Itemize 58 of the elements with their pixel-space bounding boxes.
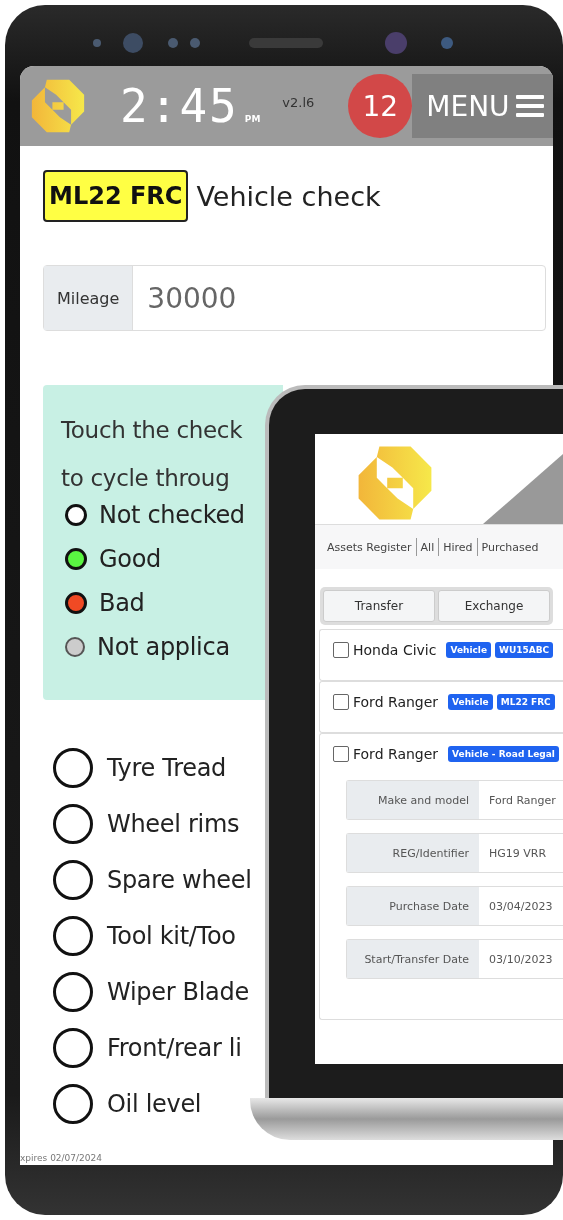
- field-label: Start/Transfer Date: [347, 940, 479, 978]
- registration-plate: ML22 FRC: [43, 170, 189, 222]
- version-label: v2.l6: [282, 94, 315, 110]
- mileage-value: 30000: [146, 280, 237, 317]
- expiry-text: xpires 02/07/2024: [20, 1153, 103, 1163]
- tag: WU15ABC: [495, 642, 554, 658]
- checkbox[interactable]: [333, 694, 349, 710]
- check-item-label: Oil level: [107, 1090, 202, 1118]
- mileage-label: Mileage: [44, 266, 134, 330]
- legend-label: Not checked: [99, 501, 245, 529]
- check-item-label: Front/rear li: [107, 1034, 242, 1062]
- status-toggle[interactable]: [53, 748, 93, 788]
- instruction-text: to cycle throug: [61, 464, 231, 493]
- page-title: Vehicle check: [196, 180, 381, 212]
- field-label: Purchase Date: [347, 887, 479, 925]
- clock-time: 2:45: [120, 79, 239, 133]
- status-toggle[interactable]: [53, 1028, 93, 1068]
- action-button[interactable]: Exchange: [438, 590, 550, 622]
- nav-link[interactable]: Purchased: [481, 540, 539, 554]
- status-toggle[interactable]: [53, 1084, 93, 1124]
- tag: ML22 FRC: [496, 694, 555, 710]
- menu-button[interactable]: MENU: [412, 74, 553, 138]
- legend-label: Not applica: [97, 633, 230, 661]
- checkbox[interactable]: [333, 642, 349, 658]
- checkbox[interactable]: [333, 746, 349, 762]
- nav-link[interactable]: Hired: [443, 540, 473, 554]
- mileage-field[interactable]: Mileage 30000: [43, 265, 546, 331]
- field-label: REG/Identifier: [347, 834, 479, 872]
- check-item-label: Spare wheel: [107, 866, 252, 894]
- asset-name: Honda Civic: [353, 642, 437, 658]
- tag: Vehicle - Road Legal: [448, 746, 559, 762]
- field-value: 03/04/2023: [488, 898, 553, 915]
- field-value: Ford Ranger: [488, 792, 556, 809]
- asset-name: Ford Ranger: [353, 746, 439, 762]
- asset-name: Ford Ranger: [353, 694, 439, 710]
- field-value: HG19 VRR: [488, 845, 547, 862]
- menu-icon: [515, 94, 544, 118]
- field-value: 03/10/2023: [488, 951, 553, 968]
- field-label: Make and model: [347, 781, 479, 819]
- logo-icon: [30, 78, 86, 134]
- status-toggle[interactable]: [53, 860, 93, 900]
- check-item-label: Wheel rims: [107, 810, 240, 838]
- tag: Vehicle: [446, 642, 491, 658]
- legend-label: Good: [99, 545, 161, 573]
- tag: Vehicle: [448, 694, 493, 710]
- notification-count[interactable]: 12: [348, 74, 413, 138]
- check-item-label: Wiper Blade: [107, 978, 249, 1006]
- status-toggle[interactable]: [53, 804, 93, 844]
- check-item-label: Tool kit/Too: [107, 922, 236, 950]
- clock-meridiem: PM: [244, 114, 261, 124]
- instruction-text: Touch the check: [61, 416, 244, 445]
- status-toggle[interactable]: [53, 972, 93, 1012]
- nav-link[interactable]: All: [420, 540, 435, 554]
- action-button[interactable]: Transfer: [323, 590, 435, 622]
- nav-link[interactable]: Assets Register: [327, 540, 412, 554]
- legend-label: Bad: [99, 589, 145, 617]
- check-item-label: Tyre Tread: [107, 754, 227, 782]
- status-toggle[interactable]: [53, 916, 93, 956]
